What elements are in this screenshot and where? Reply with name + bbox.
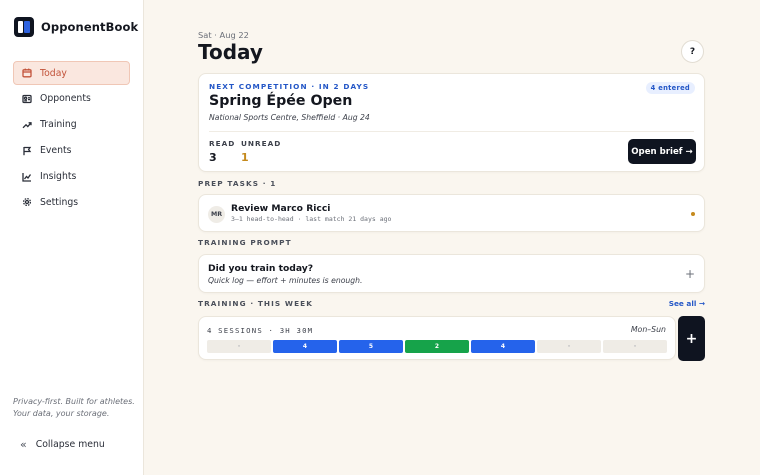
week-day-bar[interactable]: · bbox=[603, 340, 667, 353]
add-session-button[interactable]: + bbox=[678, 316, 705, 361]
sidebar-item-label: Insights bbox=[40, 171, 77, 183]
read-count: 3 bbox=[209, 151, 217, 164]
app-logo-icon bbox=[14, 17, 34, 37]
calendar-icon bbox=[22, 68, 32, 78]
gear-icon bbox=[22, 197, 32, 207]
double-chevron-left-icon: « bbox=[20, 438, 27, 451]
prompt-title: Did you train today? bbox=[208, 263, 314, 274]
read-label: READ bbox=[209, 139, 236, 148]
help-button[interactable]: ? bbox=[681, 40, 704, 63]
privacy-note-line: Your data, your storage. bbox=[13, 409, 110, 418]
competition-venue: National Sports Centre, Sheffield · Aug … bbox=[209, 113, 370, 122]
sidebar-item-opponents[interactable]: Opponents bbox=[13, 87, 130, 111]
line-chart-icon bbox=[22, 172, 32, 182]
competition-eyebrow: NEXT COMPETITION · IN 2 DAYS bbox=[209, 82, 370, 91]
training-week-heading: TRAINING · THIS WEEK bbox=[198, 299, 313, 308]
competition-title: Spring Épée Open bbox=[209, 93, 353, 109]
divider bbox=[209, 131, 694, 132]
prep-task-item[interactable]: MR Review Marco Ricci 3–1 head-to-head ·… bbox=[198, 194, 705, 232]
privacy-note: Privacy-first. Built for athletes. Your … bbox=[13, 396, 138, 420]
week-range: Mon–Sun bbox=[630, 325, 666, 334]
current-date: Sat · Aug 22 bbox=[198, 30, 249, 40]
task-title: Review Marco Ricci bbox=[231, 203, 331, 214]
training-prompt-card[interactable]: Did you train today? Quick log — effort … bbox=[198, 254, 705, 293]
unread-count: 1 bbox=[241, 151, 249, 164]
app-name: OpponentBook bbox=[41, 20, 139, 34]
week-day-bar[interactable]: · bbox=[207, 340, 271, 353]
training-prompt-heading: TRAINING PROMPT bbox=[198, 238, 292, 247]
sidebar-item-settings[interactable]: Settings bbox=[13, 190, 130, 214]
see-all-link[interactable]: See all → bbox=[669, 299, 705, 308]
trend-up-icon bbox=[22, 120, 32, 130]
sidebar-nav: Today Opponents Training Events Insights bbox=[13, 61, 130, 216]
read-stat: READ 3 bbox=[209, 139, 235, 164]
avatar: MR bbox=[208, 206, 225, 223]
week-day-bar[interactable]: 4 bbox=[273, 340, 337, 353]
unread-dot-icon bbox=[691, 212, 695, 216]
task-subtitle: 3–1 head-to-head · last match 21 days ag… bbox=[231, 215, 392, 223]
sidebar-item-label: Training bbox=[40, 119, 77, 131]
next-competition-card: NEXT COMPETITION · IN 2 DAYS 4 entered S… bbox=[198, 73, 705, 172]
sidebar-item-label: Today bbox=[40, 67, 67, 79]
flag-icon bbox=[22, 146, 32, 156]
open-brief-button[interactable]: Open brief → bbox=[628, 139, 696, 164]
sidebar: OpponentBook Today Opponents Training Ev… bbox=[0, 0, 144, 475]
sidebar-item-label: Settings bbox=[40, 196, 79, 208]
training-week-card[interactable]: 4 SESSIONS · 3H 30M Mon–Sun · 4 5 2 4 · · bbox=[198, 316, 676, 360]
sidebar-item-label: Opponents bbox=[40, 93, 91, 105]
sidebar-item-training[interactable]: Training bbox=[13, 113, 130, 137]
prompt-subtitle: Quick log — effort + minutes is enough. bbox=[208, 276, 363, 285]
sidebar-item-insights[interactable]: Insights bbox=[13, 165, 130, 189]
unread-stat: UNREAD 1 bbox=[241, 139, 281, 164]
id-card-icon bbox=[22, 94, 32, 104]
week-day-bar[interactable]: 4 bbox=[471, 340, 535, 353]
sidebar-item-today[interactable]: Today bbox=[13, 61, 130, 85]
privacy-note-line: Privacy-first. Built for athletes. bbox=[13, 397, 135, 406]
week-day-bar[interactable]: 2 bbox=[405, 340, 469, 353]
entered-badge: 4 entered bbox=[645, 82, 695, 94]
week-summary: 4 SESSIONS · 3H 30M bbox=[207, 326, 314, 335]
week-day-bar[interactable]: · bbox=[537, 340, 601, 353]
collapse-menu-label: Collapse menu bbox=[35, 439, 105, 450]
brand[interactable]: OpponentBook bbox=[14, 17, 138, 37]
sidebar-item-label: Events bbox=[40, 145, 72, 157]
sidebar-item-events[interactable]: Events bbox=[13, 139, 130, 163]
week-day-bar[interactable]: 5 bbox=[339, 340, 403, 353]
unread-label: UNREAD bbox=[241, 139, 282, 148]
plus-icon[interactable]: + bbox=[685, 267, 695, 281]
page-title: Today bbox=[198, 40, 263, 64]
week-day-bars: · 4 5 2 4 · · bbox=[207, 340, 667, 353]
prep-tasks-heading: PREP TASKS · 1 bbox=[198, 179, 277, 188]
collapse-menu-button[interactable]: « Collapse menu bbox=[20, 438, 105, 451]
